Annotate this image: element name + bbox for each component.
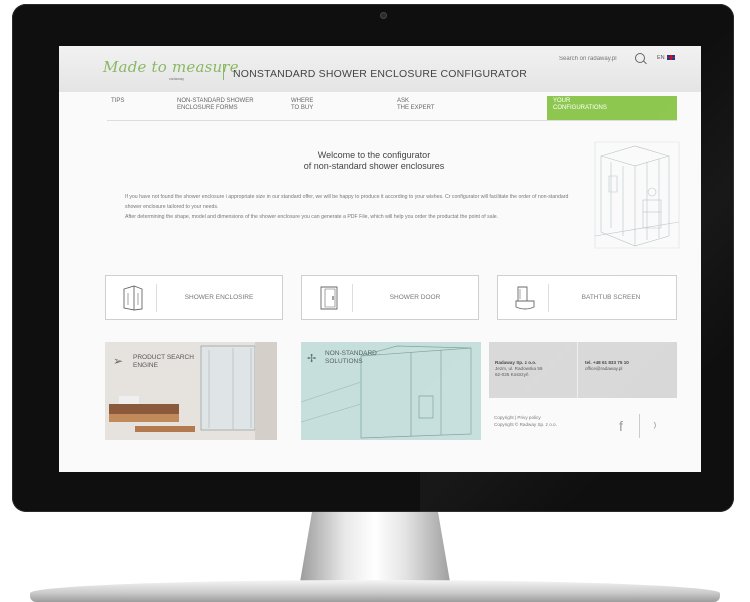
search-icon[interactable]	[635, 53, 645, 63]
card-divider	[156, 284, 157, 312]
page-title: NONSTANDARD SHOWER ENCLOSURE CONFIGURATO…	[233, 68, 528, 80]
browser-screen: Made to measure radaway NONSTANDARD SHOW…	[59, 46, 701, 472]
non-standard-solutions-label: NON-STANDARD SOLUTIONS	[325, 350, 377, 365]
intro-paragraph-1: If you have not found the shower enclosu…	[125, 194, 569, 210]
footer-links[interactable]: Copyright | Privy policy	[494, 415, 541, 420]
nav-tips[interactable]: TIPS	[111, 98, 124, 105]
uk-flag-icon[interactable]	[667, 55, 675, 60]
webcam	[380, 12, 387, 19]
shower-door-label: SHOWER DOOR	[389, 294, 441, 301]
shower-enclosure-icon	[123, 285, 143, 311]
product-search-label: PRODUCT SEARCH ENGINE	[133, 354, 194, 369]
monitor-bezel: Made to measure radaway NONSTANDARD SHOW…	[12, 4, 734, 512]
logo-subtitle: radaway	[169, 76, 185, 81]
bathroom-sketch-illustration	[594, 141, 680, 249]
shower-enclosure-label: SHOWER ENCLOSIRE	[184, 294, 254, 301]
non-standard-solutions-tile[interactable]: ✢ NON-STANDARD SOLUTIONS	[301, 342, 481, 440]
rss-icon[interactable]: ◝	[643, 419, 660, 437]
search-input[interactable]	[557, 52, 631, 66]
contact-divider	[577, 342, 578, 398]
nav-ask-expert[interactable]: ASK THE EXPERT	[397, 98, 435, 112]
address-block: Radaway Sp. z o.o. Jezm, ul. Radowska 59…	[495, 360, 543, 378]
bathtub-screen-card[interactable]: BATHTUB SCREEN	[497, 275, 677, 320]
shower-door-icon	[320, 286, 338, 310]
monitor-stand-base	[30, 580, 720, 602]
site-header: Made to measure radaway NONSTANDARD SHOW…	[59, 46, 701, 92]
main-nav: TIPS NON-STANDARD SHOWER ENCLOSURE FORMS…	[107, 96, 677, 121]
email[interactable]: office@radaway.pl	[585, 366, 622, 371]
card-divider	[352, 284, 353, 312]
search-box[interactable]	[557, 52, 651, 68]
shower-enclosure-card[interactable]: SHOWER ENCLOSIRE	[105, 275, 283, 320]
nav-where-to-buy[interactable]: WHERE TO BUY	[291, 98, 313, 112]
move-arrows-icon: ✢	[307, 353, 317, 365]
intro-paragraph-2: After determining the shape, model and d…	[125, 214, 499, 220]
copyright: Copyright © Radway Sp. z o.o.	[494, 422, 557, 427]
product-search-tile[interactable]: ➢ PRODUCT SEARCH ENGINE	[105, 342, 277, 440]
address-line-2: 62-025 Kostrzyń	[495, 372, 529, 377]
header-divider	[223, 64, 224, 80]
welcome-heading: Welcome to the configurator of non-stand…	[303, 150, 445, 171]
intro-text: If you have not found the shower enclosu…	[125, 192, 585, 222]
facebook-icon[interactable]: f	[619, 418, 623, 438]
social-divider	[639, 414, 640, 438]
nav-non-standard-forms[interactable]: NON-STANDARD SHOWER ENCLOSURE FORMS	[177, 98, 254, 112]
monitor-stand-neck	[300, 512, 450, 582]
logo[interactable]: Made to measure	[103, 58, 239, 76]
nav-your-configurations[interactable]: YOUR CONFIGURATIONS	[547, 96, 677, 120]
contact-panel: Radaway Sp. z o.o. Jezm, ul. Radowska 59…	[489, 342, 677, 398]
phone-email-block: tel. +48 61 833 75 10 office@radaway.pl	[585, 360, 629, 372]
bathtub-screen-label: BATHTUB SCREEN	[581, 294, 641, 301]
shower-door-card[interactable]: SHOWER DOOR	[301, 275, 479, 320]
card-divider	[548, 284, 549, 312]
address-line-1: Jezm, ul. Radowska 59	[495, 366, 543, 371]
navigation-arrow-icon: ➢	[113, 354, 124, 368]
language-selector[interactable]: EN	[657, 55, 665, 61]
footer-text: Copyright | Privy policy Copyright © Rad…	[494, 414, 557, 428]
bathtub-screen-icon	[515, 286, 535, 310]
